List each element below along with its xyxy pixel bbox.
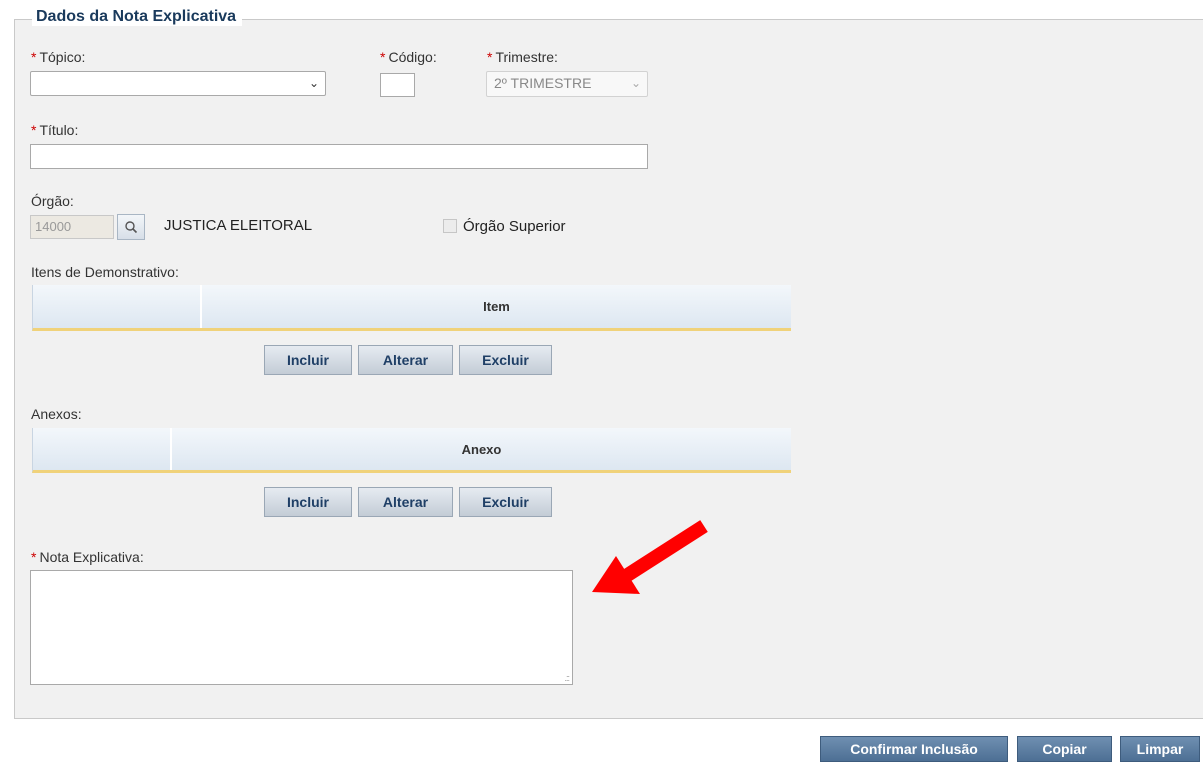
- trimestre-label: * Trimestre:: [487, 49, 558, 65]
- itens-item-column: Item: [483, 299, 510, 314]
- panel-legend: Dados da Nota Explicativa: [32, 8, 243, 26]
- anexos-incluir-button[interactable]: Incluir: [264, 487, 352, 517]
- anexos-select-column: [33, 428, 172, 470]
- itens-incluir-button[interactable]: Incluir: [264, 345, 352, 375]
- codigo-input[interactable]: [380, 73, 415, 97]
- anexos-excluir-button[interactable]: Excluir: [459, 487, 552, 517]
- itens-alterar-button[interactable]: Alterar: [358, 345, 453, 375]
- itens-grid-header: Item: [32, 285, 791, 331]
- limpar-button[interactable]: Limpar: [1120, 736, 1200, 762]
- orgao-lookup-button[interactable]: [117, 214, 145, 240]
- orgao-superior-checkbox[interactable]: [443, 219, 457, 233]
- chevron-down-icon: ⌄: [630, 76, 641, 90]
- required-marker: *: [31, 49, 37, 65]
- required-marker: *: [31, 122, 37, 138]
- titulo-input[interactable]: [30, 144, 648, 169]
- topico-label-text: Tópico:: [39, 49, 86, 65]
- search-icon: [125, 221, 138, 234]
- resize-grip-icon[interactable]: .::: [564, 673, 569, 683]
- confirmar-inclusao-button[interactable]: Confirmar Inclusão: [820, 736, 1008, 762]
- codigo-label-text: Código:: [388, 49, 437, 65]
- orgao-superior-label: Órgão Superior: [463, 218, 566, 235]
- required-marker: *: [31, 549, 37, 565]
- titulo-label-text: Título:: [39, 122, 79, 138]
- anexos-alterar-button[interactable]: Alterar: [358, 487, 453, 517]
- trimestre-label-text: Trimestre:: [495, 49, 558, 65]
- nota-label-text: Nota Explicativa:: [39, 549, 144, 565]
- topico-select[interactable]: ⌄: [30, 71, 326, 96]
- orgao-label: Órgão:: [31, 193, 74, 209]
- orgao-name: JUSTICA ELEITORAL: [164, 217, 313, 234]
- red-arrow-icon: [592, 520, 708, 594]
- orgao-code-input[interactable]: 14000: [30, 215, 114, 239]
- copiar-button[interactable]: Copiar: [1017, 736, 1112, 762]
- trimestre-value: 2º TRIMESTRE: [494, 75, 592, 91]
- itens-label: Itens de Demonstrativo:: [31, 264, 179, 280]
- itens-excluir-button[interactable]: Excluir: [459, 345, 552, 375]
- required-marker: *: [380, 49, 386, 65]
- codigo-label: * Código:: [380, 49, 437, 65]
- chevron-down-icon: ⌄: [308, 76, 319, 90]
- trimestre-select[interactable]: 2º TRIMESTRE ⌄: [486, 71, 648, 97]
- titulo-label: * Título:: [31, 122, 78, 138]
- anexos-anexo-column: Anexo: [461, 441, 502, 457]
- topico-label: * Tópico:: [31, 49, 85, 65]
- nota-textarea[interactable]: .::: [30, 570, 573, 685]
- itens-select-column: [33, 285, 202, 328]
- nota-label: * Nota Explicativa:: [31, 549, 144, 565]
- anexos-label: Anexos:: [31, 406, 82, 422]
- anexos-grid-header: Anexo: [32, 428, 791, 473]
- required-marker: *: [487, 49, 493, 65]
